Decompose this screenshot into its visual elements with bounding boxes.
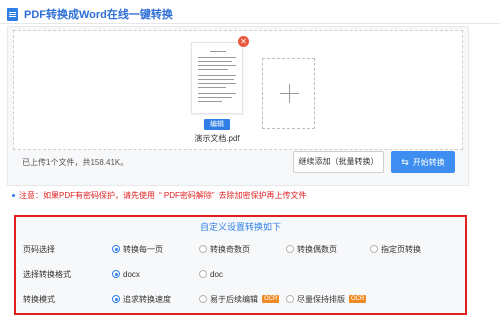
radio-button[interactable] [199,295,207,303]
notice-suffix: 去除加密保护再上传文件 [218,191,307,200]
radio-button[interactable] [112,245,120,253]
upload-panel: ✕ 编辑 演示文档.pdf 已上传1个文件，共158.41K。 继续添加（批量转… [7,26,469,186]
document-icon [7,7,18,21]
radio-speed-mode[interactable]: 追求转换速度 [112,294,171,305]
remove-file-icon[interactable]: ✕ [238,36,249,47]
mode-label: 转换模式 [23,294,55,304]
file-thumbnail [191,42,243,114]
file-card[interactable]: ✕ 编辑 演示文档.pdf [191,36,251,148]
start-convert-button[interactable]: ⇆ 开始转换 [391,151,455,173]
page-title: PDF转换成Word在线一键转换 [24,9,173,21]
radio-button[interactable] [370,245,378,253]
radio-docx[interactable]: docx [112,270,140,279]
settings-title: 自定义设置转换如下 [199,222,281,232]
ocr-badge: OCR [349,295,367,303]
radio-specific-pages[interactable]: 指定页转换 [370,244,421,255]
pdf-password-link[interactable]: “ PDF密码解除” [159,190,215,201]
page-select-row: 页码选择 转换每一页 转换奇数页 转换偶数页 指定页转换 [16,240,465,258]
page-header: PDF转换成Word在线一键转换 [7,6,173,22]
mode-row: 转换模式 追求转换速度 易于后续编辑 OCR 尽量保持排版 OCR [16,290,465,308]
edit-button[interactable]: 编辑 [204,119,230,130]
bullet-icon [12,194,15,197]
add-file-button[interactable] [262,58,315,129]
radio-button[interactable] [199,245,207,253]
radio-layout-mode[interactable]: 尽量保持排版 OCR [286,294,367,305]
start-convert-label: 开始转换 [412,157,445,167]
password-notice: 注意：如果PDF有密码保护，请先使用 “ PDF密码解除” 去除加密保护再上传文… [12,190,307,201]
continue-add-button[interactable]: 继续添加（批量转换） [293,151,384,173]
settings-panel: 自定义设置转换如下 页码选择 转换每一页 转换奇数页 转换偶数页 指定页转换 选… [14,215,467,315]
page-select-label: 页码选择 [23,244,55,254]
radio-every-page[interactable]: 转换每一页 [112,244,163,255]
ocr-badge: OCR [262,295,280,303]
notice-prefix: 注意：如果PDF有密码保护，请先使用 [19,191,155,200]
upload-info: 已上传1个文件，共158.41K。 [22,158,129,167]
radio-button[interactable] [112,270,120,278]
radio-button[interactable] [286,295,294,303]
radio-odd-pages[interactable]: 转换奇数页 [199,244,250,255]
radio-button[interactable] [112,295,120,303]
radio-doc[interactable]: doc [199,270,223,279]
file-name: 演示文档.pdf [194,134,240,143]
swap-icon: ⇆ [401,156,409,167]
radio-even-pages[interactable]: 转换偶数页 [286,244,337,255]
radio-button[interactable] [286,245,294,253]
format-label: 选择转换格式 [23,269,71,279]
header-divider [0,23,500,24]
format-row: 选择转换格式 docx doc [16,265,465,283]
radio-button[interactable] [199,270,207,278]
radio-editable-mode[interactable]: 易于后续编辑 OCR [199,294,280,305]
drop-zone[interactable]: ✕ 编辑 演示文档.pdf [13,30,463,150]
